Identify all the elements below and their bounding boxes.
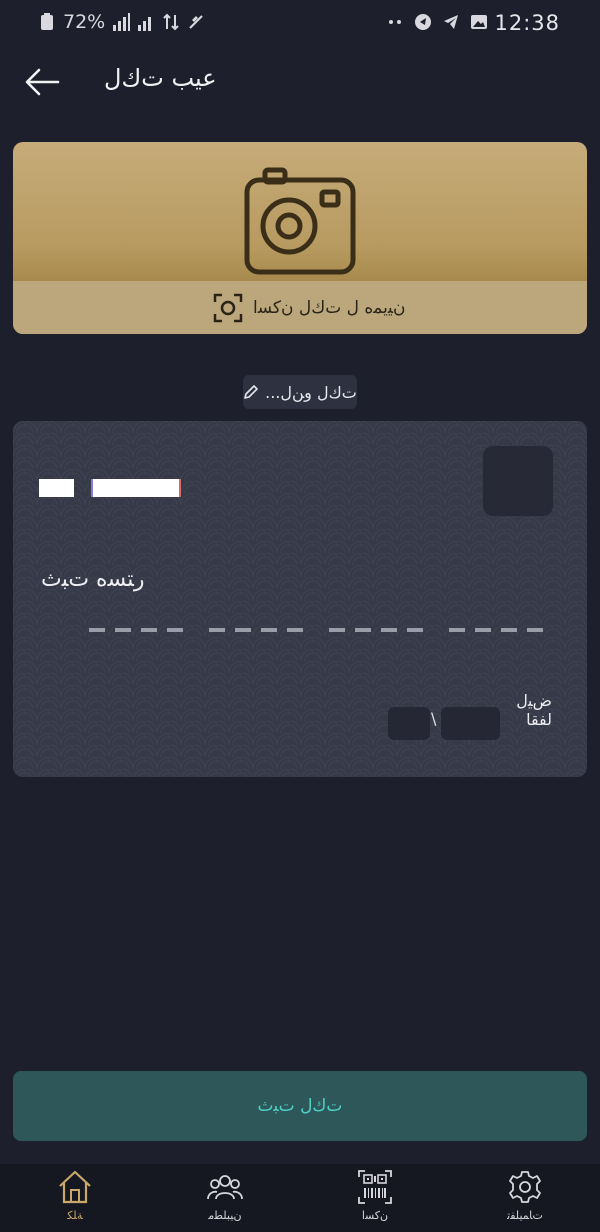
battery-percent: 72%	[63, 11, 106, 33]
pencil-icon	[244, 385, 258, 399]
nav-scan[interactable]: ﻥﻛﺴﺍ	[315, 1164, 435, 1232]
submit-card-button[interactable]: ﺕﻙﻝ ﺕﺒﺙ	[13, 1071, 587, 1141]
nav-users[interactable]: ﻥﻴﺒﻠﻄﻣ	[165, 1164, 285, 1232]
qr-barcode-icon	[358, 1170, 392, 1204]
telegram-icon	[444, 15, 458, 29]
expiry-month-input[interactable]	[388, 707, 430, 740]
bank-card-form: ﺭﺘﺴﻩ ﺕﺒﺙ ﺽﻴﻝ ﻟﻔﻘﺎ \	[13, 421, 587, 777]
page-title: ﻋﻴﺐ ﺕﻙﻝ	[104, 64, 217, 92]
status-bar: 72% 12:38	[0, 0, 600, 46]
nav-users-label: ﻥﻴﺒﻠﻄﻣ	[208, 1209, 242, 1222]
mute-icon	[189, 15, 203, 29]
battery-icon	[41, 13, 53, 30]
status-right-icons	[386, 13, 488, 31]
card-photo-scanner[interactable]: ﻥﻴﻳﻤﻩ ﻝ ﺕﻙﻝ ﻥﻛﺴﺍ	[13, 142, 587, 334]
signal-icon-2	[138, 17, 152, 31]
nav-settings-label: ﺕﺎﻤﻴﻠﻔﺗ	[507, 1209, 543, 1222]
expiry-slash: \	[431, 709, 437, 728]
camera-icon[interactable]	[243, 166, 357, 276]
signal-icon	[113, 13, 131, 31]
expiry-label-line1: ﺽﻴﻝ	[516, 691, 552, 710]
expiry-label-line2: ﻟﻔﻘﺎ	[526, 710, 552, 729]
expiry-year-input[interactable]	[441, 707, 500, 740]
data-transfer-icon	[163, 13, 179, 31]
users-icon	[207, 1175, 243, 1200]
card-number-label: ﺭﺘﺴﻩ ﺕﺒﺙ	[41, 567, 145, 592]
redacted-text-2	[91, 479, 181, 497]
scan-label[interactable]: ﻥﻴﻳﻤﻩ ﻝ ﺕﻙﻝ ﻥﻛﺴﺍ	[253, 298, 405, 318]
gear-icon	[509, 1171, 541, 1203]
more-dots-icon	[389, 20, 401, 24]
navigation-icon	[415, 14, 431, 30]
scan-frame-icon[interactable]	[213, 293, 243, 323]
edit-card-name-button[interactable]: ...ﺕﻙﻝ ﻭﻦﻝ	[243, 375, 357, 409]
nav-settings[interactable]: ﺕﺎﻤﻴﻠﻔﺗ	[465, 1164, 585, 1232]
arrow-left-icon[interactable]	[22, 62, 62, 102]
expiry-label: ﺽﻴﻝ ﻟﻔﻘﺎ	[510, 691, 552, 729]
submit-label: ﺕﻙﻝ ﺕﺒﺙ	[257, 1096, 343, 1116]
status-left: 72%	[38, 11, 205, 33]
edit-chip-label: ...ﺕﻙﻝ ﻭﻦﻝ	[265, 382, 357, 402]
nav-home[interactable]: ﺔﻠﻜ	[15, 1164, 135, 1232]
bottom-nav: ﺔﻠﻜ ﻥﻴﺒﻠﻄﻣ ﻥﻛﺴﺍ ﺕﺎﻤﻴﻠﻔﺗ	[0, 1164, 600, 1232]
card-chip	[483, 446, 553, 516]
card-number-input[interactable]	[89, 626, 549, 634]
status-time: 12:38	[494, 11, 560, 35]
home-icon	[59, 1170, 91, 1204]
redacted-text-1	[39, 479, 74, 497]
nav-home-label: ﺔﻠﻜ	[67, 1209, 83, 1222]
gallery-icon	[471, 15, 487, 29]
nav-scan-label: ﻥﻛﺴﺍ	[361, 1209, 389, 1222]
